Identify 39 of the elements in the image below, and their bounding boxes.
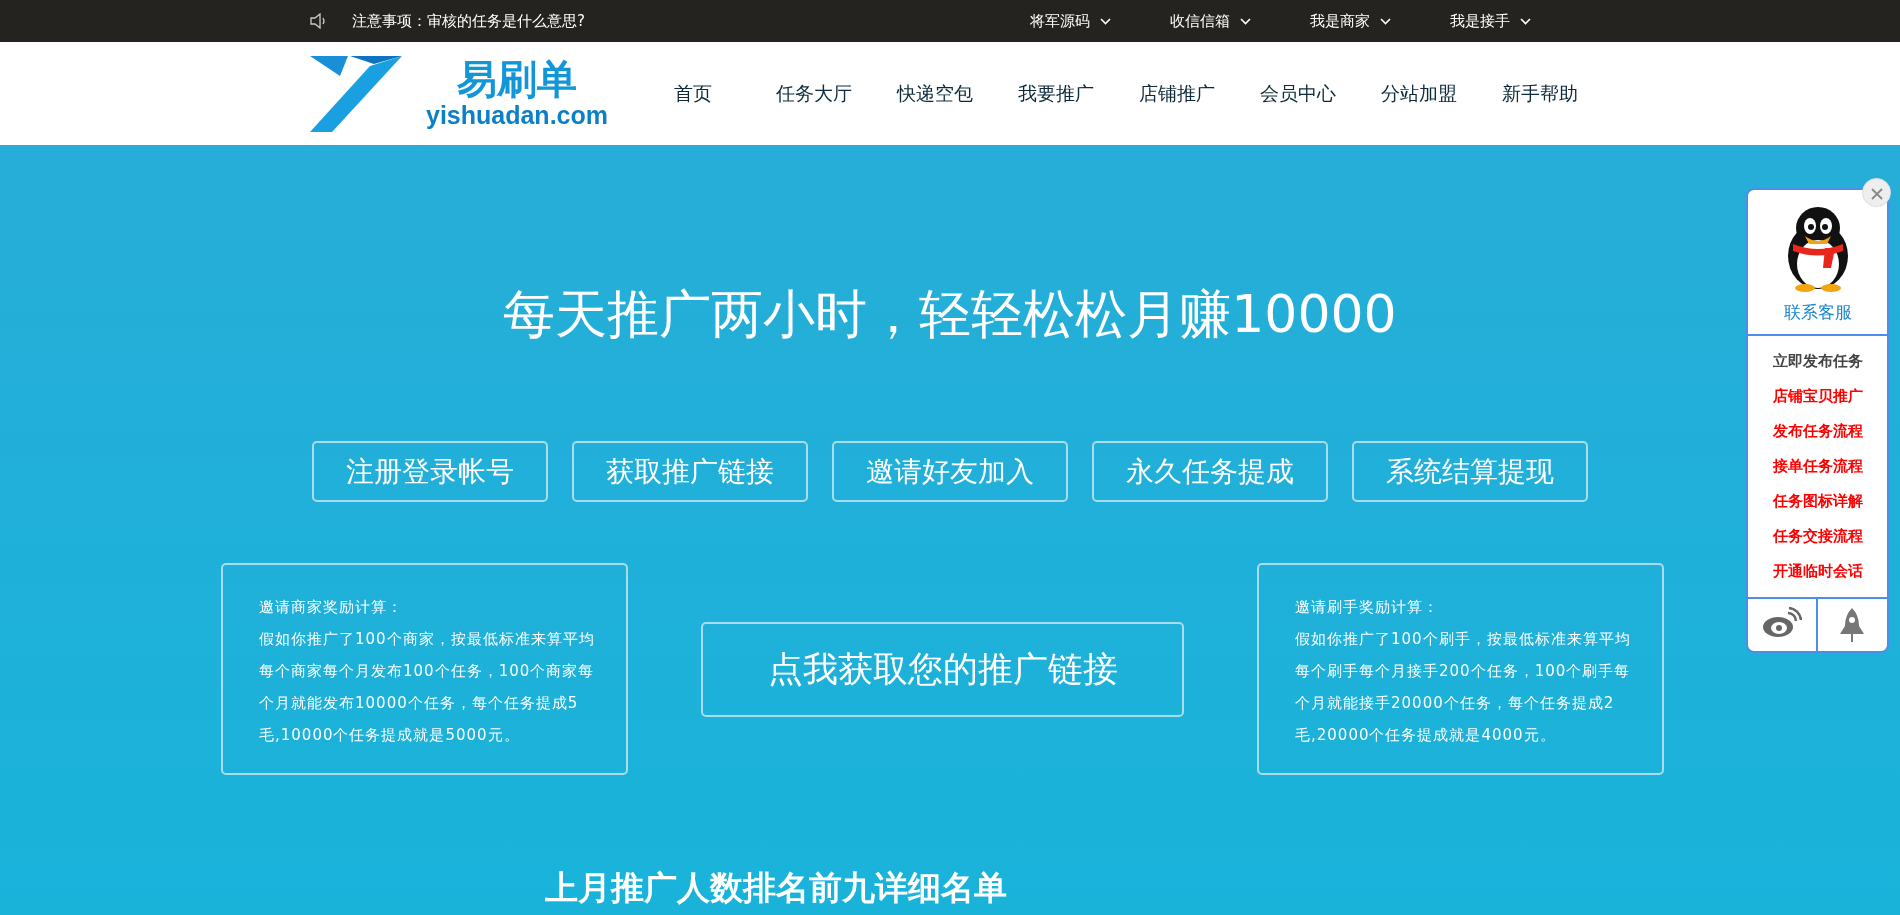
notice-text[interactable]: 注意事项：审核的任务是什么意思? [352,9,585,33]
reward-description: 假如你推广了100个刷手，按最低标准来算平均每个刷手每个月接手200个任务，100个刷手每个月就能接手20000个任务，每个任务提成2毛,20000个任务提成就是4000元。 [1295,629,1632,746]
nav-link[interactable]: 新手帮助 [1479,79,1600,108]
nav-link[interactable]: 分站加盟 [1358,79,1479,108]
nav-link[interactable]: 任务大厅 [753,79,874,108]
reward-title: 邀请刷手奖励计算： [1295,597,1440,618]
hero-headline: 每天推广两小时，轻轻松松月赚10000 [503,284,1397,344]
close-icon [1870,187,1883,200]
side-link[interactable]: 任务交接流程 [1772,518,1863,554]
nav-link[interactable]: 首页 [632,79,753,108]
caret-icon [1379,17,1391,25]
top-menu-dropdown[interactable]: 我是接手 [1420,8,1560,34]
reward-title: 邀请商家奖励计算： [259,597,404,618]
caret-icon [1099,17,1111,25]
weibo-icon[interactable] [1761,606,1802,639]
caret-icon [1519,17,1531,25]
contact-service-link[interactable]: 联系客服 [1748,300,1887,326]
reward-description: 假如你推广了100个商家，按最低标准来算平均每个商家每个月发布100个任务，100个商家每个月就能发布10000个任务，每个任务提成5毛,10000个任务提成就是5000元。 [259,629,596,746]
side-link[interactable]: 接单任务流程 [1772,448,1863,484]
side-link[interactable]: 发布任务流程 [1772,413,1863,449]
speaker-icon [310,13,328,29]
nav-link[interactable]: 快递空包 [874,79,995,108]
logo-domain: yishuadan.com [426,103,608,128]
side-link[interactable]: 立即发布任务 [1772,343,1863,379]
ranking-title: 上月推广人数排名前九详细名单 [545,867,1007,909]
rocket-icon[interactable] [1839,606,1866,643]
nav-link[interactable]: 会员中心 [1237,79,1358,108]
top-menu-dropdown[interactable]: 我是商家 [1280,8,1420,34]
side-link[interactable]: 开通临时会话 [1772,553,1863,589]
logo-icon [310,55,402,132]
nav-link[interactable]: 我要推广 [995,79,1116,108]
nav-link[interactable]: 店铺推广 [1116,79,1237,108]
close-button[interactable] [1862,178,1891,207]
top-menu-dropdown[interactable]: 将军源码 [1000,8,1140,34]
caret-icon [1239,17,1251,25]
side-link[interactable]: 店铺宝贝推广 [1772,378,1863,414]
top-menu-dropdown[interactable]: 收信信箱 [1140,8,1280,34]
logo-name: 易刷单 [456,59,578,99]
side-link[interactable]: 任务图标详解 [1772,483,1863,519]
